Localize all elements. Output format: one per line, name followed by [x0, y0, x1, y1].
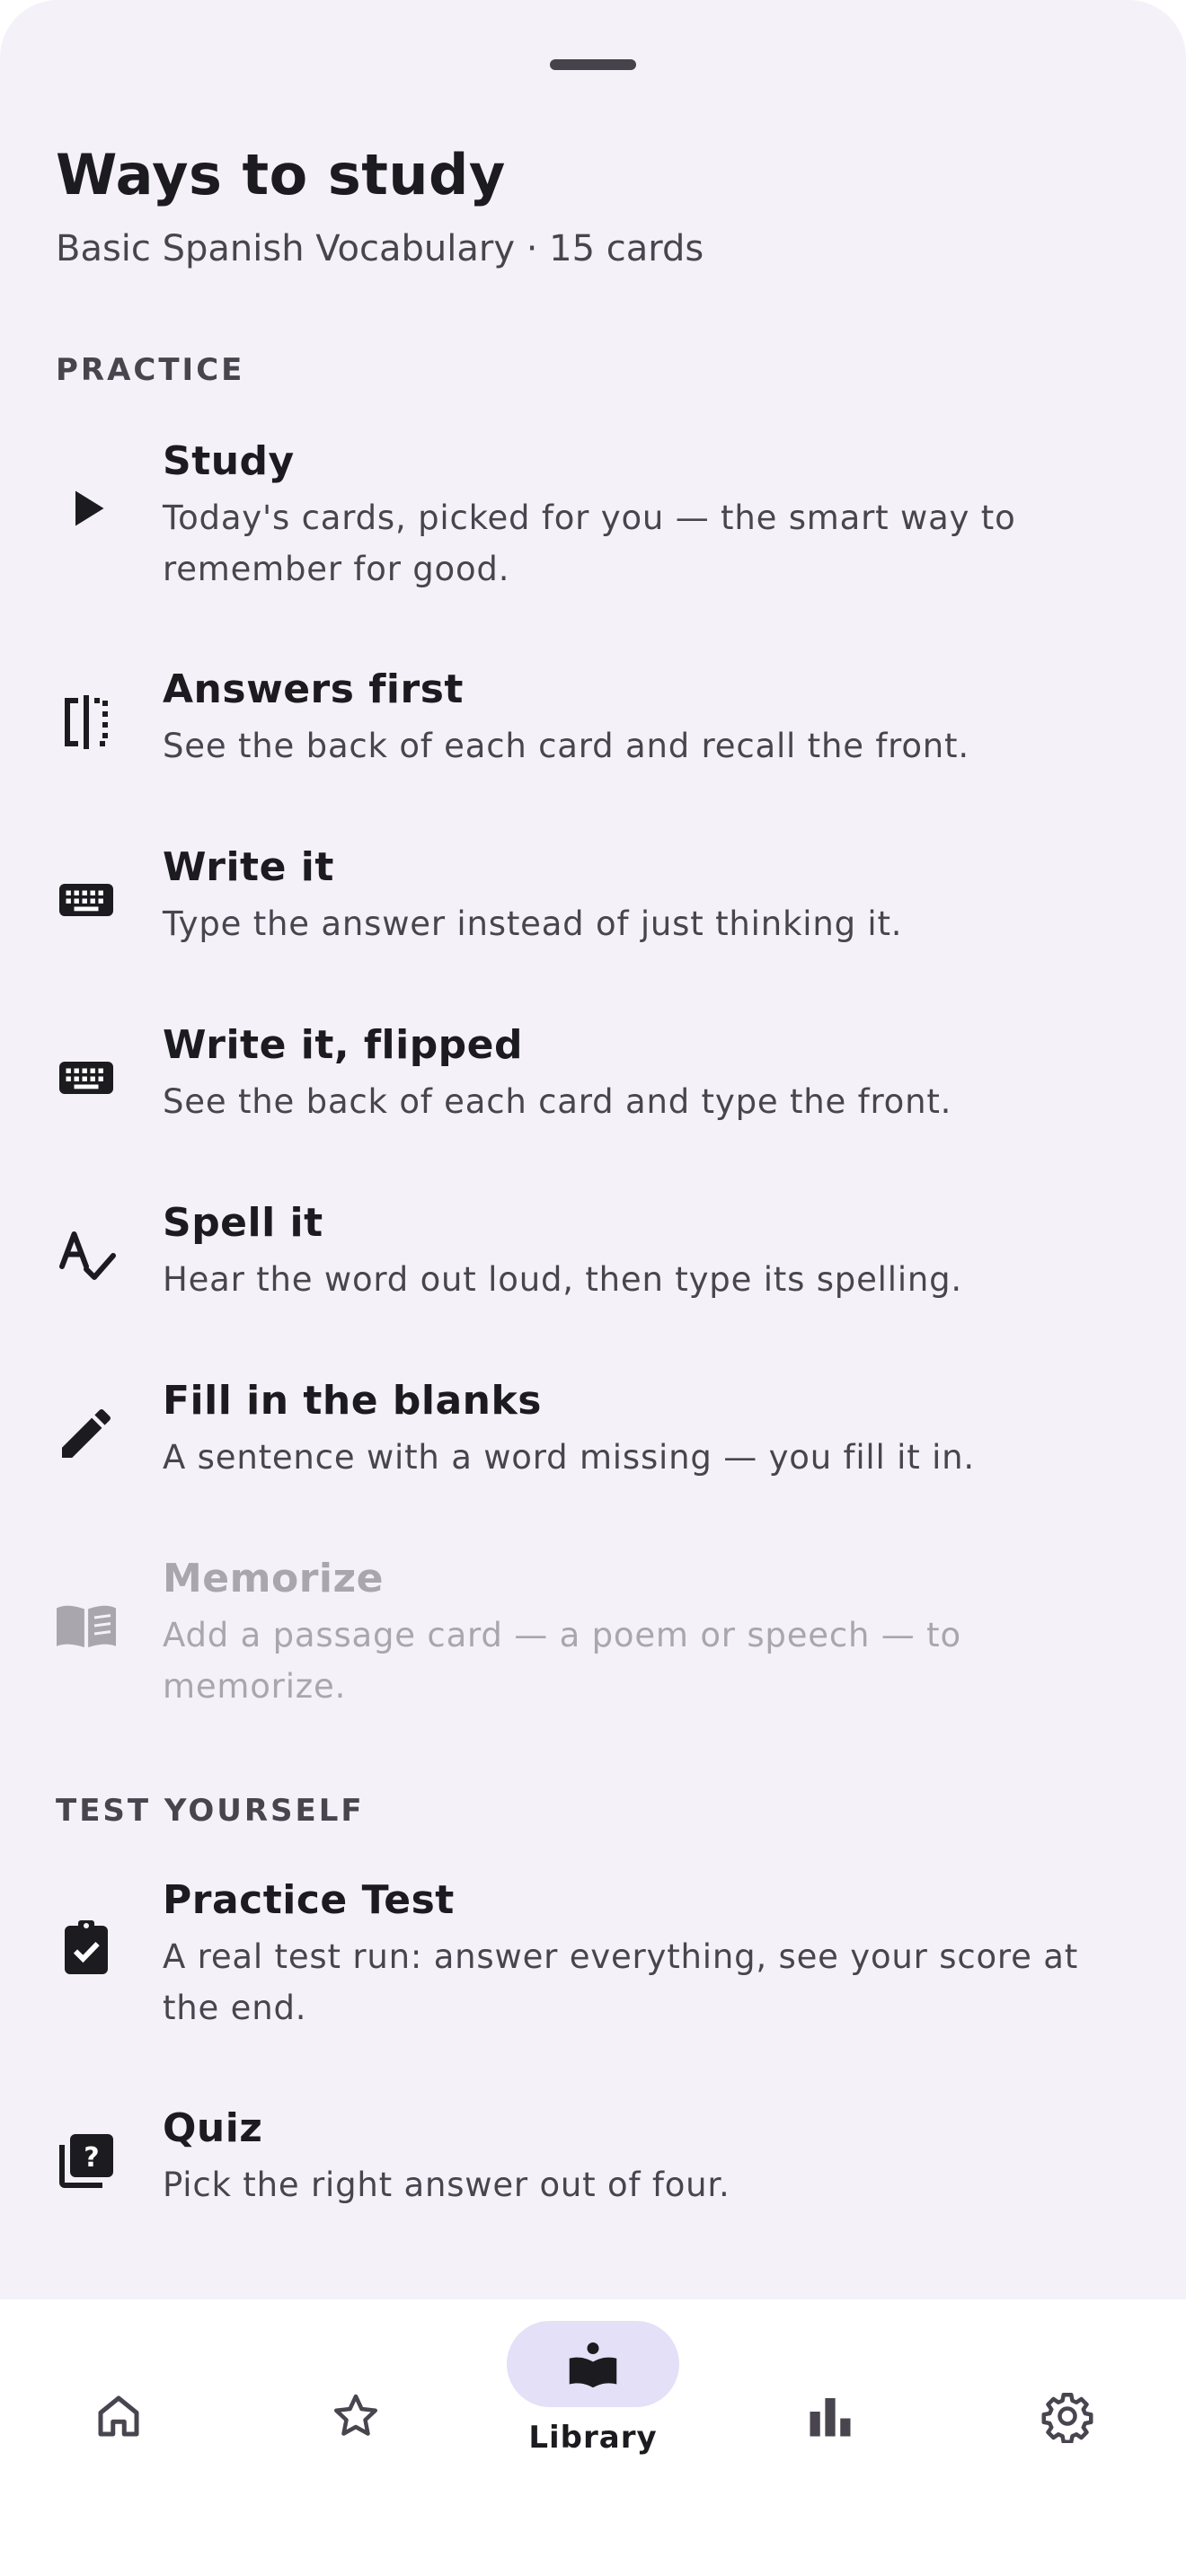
test-mode-description: Pick the right answer out of four. — [163, 2166, 730, 2204]
section-label-practice: PRACTICE — [56, 352, 245, 388]
play-icon — [54, 476, 119, 541]
study-mode-label: Memorize — [163, 1556, 384, 1601]
gear-icon — [1040, 2389, 1094, 2443]
study-mode-description: Hear the word out loud, then type its sp… — [163, 1260, 962, 1299]
test-mode-description: A real test run: answer everything, see … — [163, 1937, 1079, 2027]
spellcheck-icon — [54, 1223, 119, 1288]
study-mode-label: Write it, flipped — [163, 1022, 524, 1068]
study-mode-description: See the back of each card and recall the… — [163, 727, 969, 765]
section-label-test-yourself: TEST YOURSELF — [56, 1793, 365, 1829]
keyboard-icon — [54, 1045, 119, 1110]
study-mode-label: Spell it — [163, 1200, 323, 1246]
study-mode-label: Answers first — [163, 666, 464, 712]
sheet-subtitle: Basic Spanish Vocabulary · 15 cards — [56, 228, 704, 269]
study-mode-description: Type the answer instead of just thinking… — [163, 904, 903, 943]
study-mode-description: Today's cards, picked for you — the smar… — [163, 498, 1016, 588]
nav-item-home[interactable] — [0, 2299, 237, 2576]
study-mode-label: Write it — [163, 844, 334, 890]
bottom-sheet: Ways to study Basic Spanish Vocabulary ·… — [0, 0, 1186, 2299]
study-mode-label: Fill in the blanks — [163, 1378, 542, 1424]
study-mode-description: See the back of each card and type the f… — [163, 1082, 952, 1121]
keyboard-icon — [54, 868, 119, 932]
sheet-title: Ways to study — [56, 142, 506, 207]
study-mode-description: Add a passage card — a poem or speech — … — [163, 1616, 961, 1706]
quiz-icon: ? — [54, 2129, 119, 2193]
nav-item-settings[interactable] — [949, 2299, 1186, 2576]
drag-handle[interactable] — [550, 59, 636, 70]
nav-active-indicator[interactable] — [507, 2321, 679, 2407]
study-mode-label: Study — [163, 438, 295, 484]
study-mode-description: A sentence with a word missing — you fil… — [163, 1438, 975, 1477]
home-icon — [92, 2389, 146, 2443]
clipboard-check-icon — [54, 1915, 119, 1980]
nav-item-favorites[interactable] — [237, 2299, 474, 2576]
flip-icon — [54, 690, 119, 754]
test-mode-label: Practice Test — [163, 1877, 455, 1923]
test-mode-label: Quiz — [163, 2105, 263, 2151]
pencil-icon — [54, 1401, 119, 1466]
nav-label-library: Library — [528, 2420, 658, 2456]
svg-text:?: ? — [84, 2142, 99, 2174]
bar-chart-icon — [803, 2389, 857, 2443]
nav-item-stats[interactable] — [712, 2299, 949, 2576]
star-icon — [329, 2389, 383, 2443]
library-icon — [569, 2342, 617, 2388]
book-open-icon — [54, 1593, 119, 1658]
screen: Ways to study Basic Spanish Vocabulary ·… — [0, 0, 1186, 2576]
